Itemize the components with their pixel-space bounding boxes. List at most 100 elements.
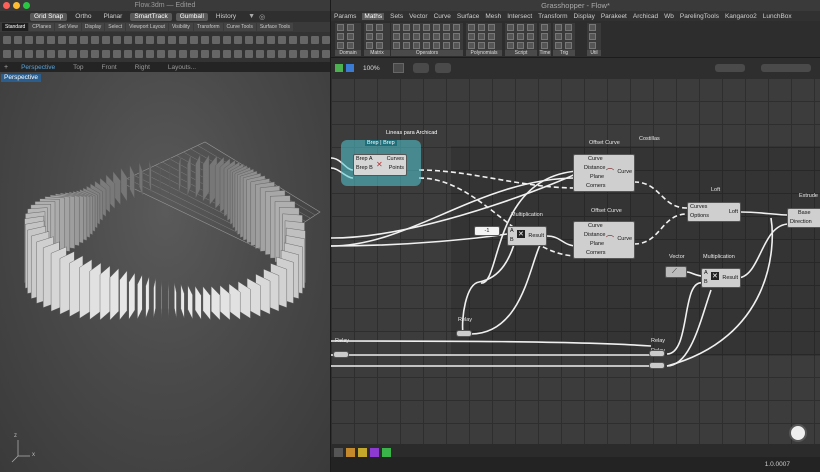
component-icon[interactable] <box>347 24 354 31</box>
tool-icon[interactable] <box>300 36 308 44</box>
tool-icon[interactable] <box>47 50 55 58</box>
offset2-distance-input[interactable]: Distance <box>584 231 605 240</box>
component-icon[interactable] <box>589 24 596 31</box>
component-icon[interactable] <box>488 42 495 49</box>
gh-tab-display[interactable]: Display <box>574 13 595 20</box>
tool-icon[interactable] <box>168 36 176 44</box>
tool-icon[interactable] <box>201 50 209 58</box>
component-icon[interactable] <box>393 33 400 40</box>
tool-icon[interactable] <box>311 50 319 58</box>
tool-icon[interactable] <box>278 36 286 44</box>
component-icon[interactable] <box>413 42 420 49</box>
tab-visibility[interactable]: Visibility <box>168 23 193 31</box>
gh-canvas[interactable]: Lineas para Archicad Brep | Brep Brep A … <box>331 78 820 444</box>
offset1-distance-input[interactable]: Distance <box>584 164 605 173</box>
component-icon[interactable] <box>366 42 373 49</box>
minimize-button[interactable] <box>13 2 20 9</box>
component-icon[interactable] <box>453 33 460 40</box>
component-icon[interactable] <box>403 33 410 40</box>
tool-icon[interactable] <box>146 36 154 44</box>
tool-icon[interactable] <box>124 36 132 44</box>
component-icon[interactable] <box>541 42 548 49</box>
tool-icon[interactable] <box>278 50 286 58</box>
preview-icon[interactable] <box>435 63 451 73</box>
tool-icon[interactable] <box>168 50 176 58</box>
offset1-plane-input[interactable]: Plane <box>590 173 604 182</box>
gh-tab-sets[interactable]: Sets <box>390 13 403 20</box>
component-icon[interactable] <box>453 42 460 49</box>
ortho-toggle[interactable]: Ortho <box>71 13 95 21</box>
gh-tab-kangaroo2[interactable]: Kangaroo2 <box>725 13 757 20</box>
tool-icon[interactable] <box>91 36 99 44</box>
tool-icon[interactable] <box>36 50 44 58</box>
component-icon[interactable] <box>433 24 440 31</box>
component-icon[interactable] <box>488 24 495 31</box>
tab-transform[interactable]: Transform <box>193 23 223 31</box>
component-icon[interactable] <box>366 24 373 31</box>
component-icon[interactable] <box>423 42 430 49</box>
component-icon[interactable] <box>366 33 373 40</box>
sketch-icon[interactable] <box>413 63 429 73</box>
component-icon[interactable] <box>541 33 548 40</box>
tool-icon[interactable] <box>36 36 44 44</box>
tab-cplanes[interactable]: CPlanes <box>29 23 55 31</box>
component-icon[interactable] <box>393 42 400 49</box>
offset2-curve-input[interactable]: Curve <box>588 222 603 231</box>
tab-display[interactable]: Display <box>81 23 105 31</box>
component-icon[interactable] <box>478 24 485 31</box>
relay-1[interactable] <box>456 330 472 337</box>
gh-tab-surface[interactable]: Surface <box>457 13 479 20</box>
ribbon-group-label[interactable]: Domain <box>335 50 361 56</box>
component-icon[interactable] <box>517 33 524 40</box>
mult1-b-input[interactable]: B <box>510 236 514 245</box>
display-toggle-icon[interactable] <box>761 64 811 72</box>
component-icon[interactable] <box>347 42 354 49</box>
mult2-b-input[interactable]: B <box>704 278 708 287</box>
offset-curve-1[interactable]: Curve Distance Plane Corners ⌒ Curve <box>573 154 635 192</box>
offset2-corners-input[interactable]: Corners <box>586 249 606 258</box>
gh-tab-maths[interactable]: Maths <box>362 12 385 20</box>
offset1-curve-input[interactable]: Curve <box>588 155 603 164</box>
tool-icon[interactable] <box>124 50 132 58</box>
brep-a-input[interactable]: Brep A <box>356 155 373 164</box>
gh-tab-wb[interactable]: Wb <box>664 13 674 20</box>
component-icon[interactable] <box>453 24 460 31</box>
footer-tool-icon[interactable] <box>358 448 367 457</box>
tool-icon[interactable] <box>245 50 253 58</box>
component-icon[interactable] <box>517 42 524 49</box>
tool-icon[interactable] <box>245 36 253 44</box>
points-output[interactable]: Points <box>389 164 404 173</box>
mult2-result-output[interactable]: Result <box>722 274 738 283</box>
tab-right[interactable]: Right <box>126 64 159 71</box>
tool-icon[interactable] <box>234 36 242 44</box>
multiplication-1[interactable]: A B ✕ Result <box>507 226 547 246</box>
loft-options-input[interactable]: Options <box>690 212 709 221</box>
component-icon[interactable] <box>433 42 440 49</box>
tool-icon[interactable] <box>223 36 231 44</box>
tool-icon[interactable] <box>14 50 22 58</box>
component-icon[interactable] <box>527 33 534 40</box>
component-icon[interactable] <box>527 42 534 49</box>
component-icon[interactable] <box>423 24 430 31</box>
component-icon[interactable] <box>555 33 562 40</box>
close-button[interactable] <box>3 2 10 9</box>
component-icon[interactable] <box>468 42 475 49</box>
tool-icon[interactable] <box>3 50 11 58</box>
filter-icon[interactable]: ▼ <box>248 13 255 20</box>
tool-icon[interactable] <box>69 36 77 44</box>
gh-tab-parakeet[interactable]: Parakeet <box>601 13 627 20</box>
component-icon[interactable] <box>555 24 562 31</box>
tool-icon[interactable] <box>80 50 88 58</box>
component-icon[interactable] <box>517 24 524 31</box>
curves-output[interactable]: Curves <box>387 155 404 164</box>
loft-component[interactable]: Curves Options Loft <box>687 202 741 222</box>
relay-4[interactable] <box>649 362 665 369</box>
component-icon[interactable] <box>527 24 534 31</box>
add-viewport-icon[interactable]: + <box>0 64 12 71</box>
component-icon[interactable] <box>403 24 410 31</box>
ribbon-group-label[interactable]: Trig <box>553 50 575 56</box>
component-icon[interactable] <box>443 33 450 40</box>
component-icon[interactable] <box>337 24 344 31</box>
ribbon-group-label[interactable]: Operators <box>391 50 463 56</box>
tool-icon[interactable] <box>311 36 319 44</box>
